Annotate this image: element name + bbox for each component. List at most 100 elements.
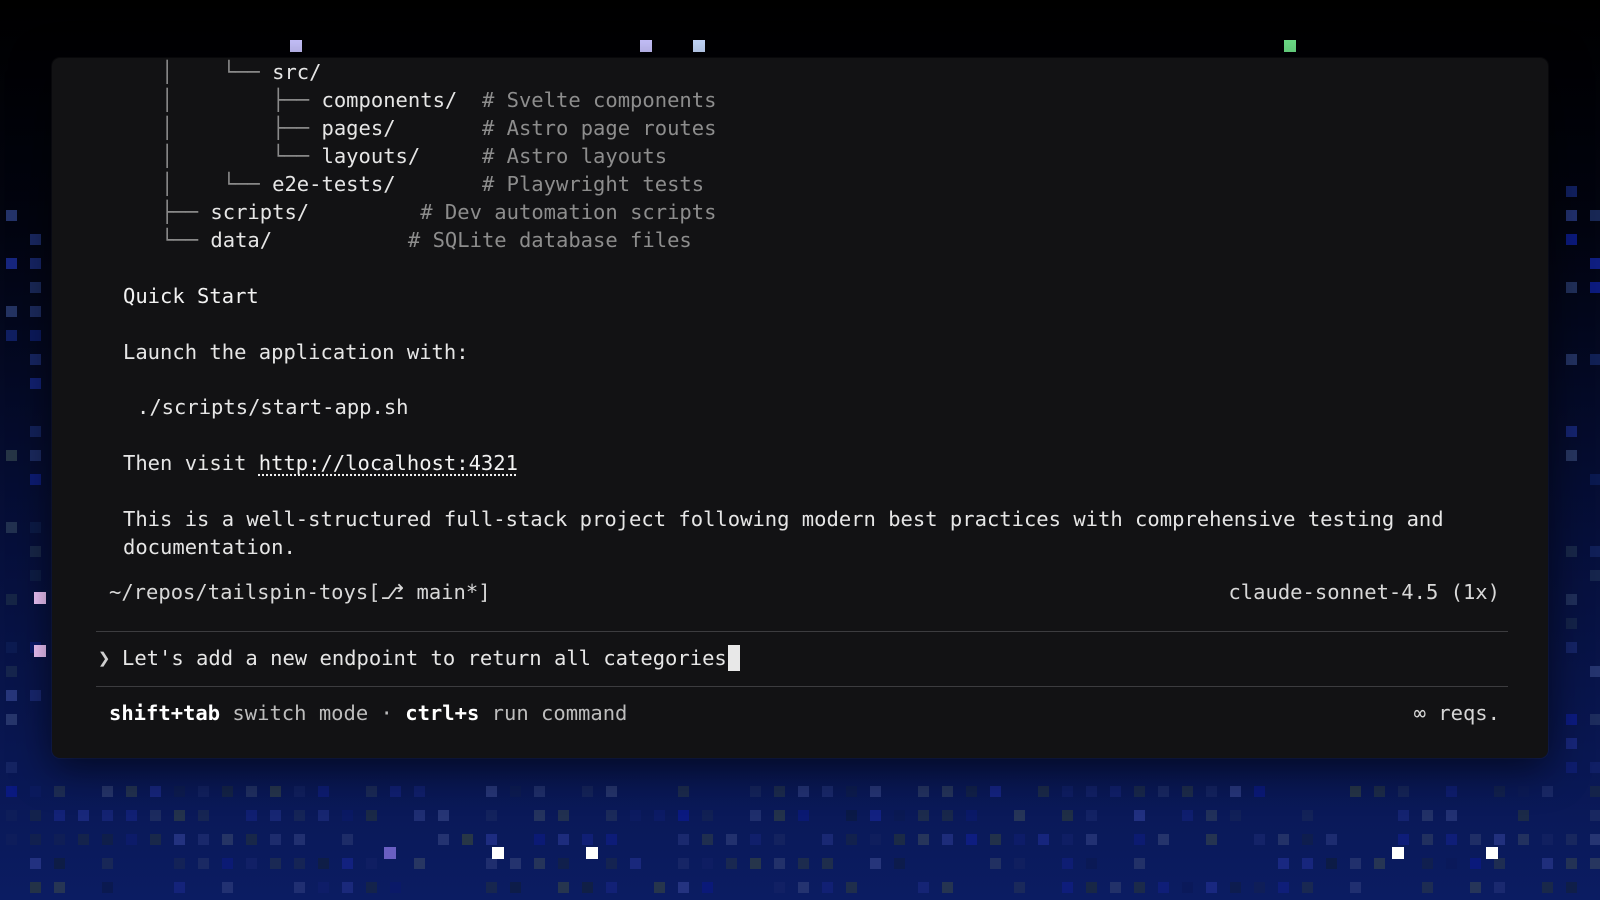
repo-path: ~/repos/tailspin-toys[⎇ main*] (109, 580, 491, 604)
background-pixel (1446, 858, 1457, 869)
background-pixel (534, 834, 545, 845)
tree-entry-name: layouts/ (321, 144, 421, 168)
background-pixel (318, 882, 329, 893)
background-pixel (30, 354, 41, 365)
background-pixel (294, 786, 305, 797)
background-pixel (1422, 810, 1433, 821)
background-pixel (1014, 834, 1025, 845)
hint-key-shift-tab: shift+tab (109, 701, 221, 725)
background-pixel (1470, 858, 1481, 869)
background-pixel (1446, 834, 1457, 845)
background-pixel (654, 810, 665, 821)
background-pixel (270, 834, 281, 845)
background-pixel (1566, 594, 1577, 605)
background-pixel (6, 690, 17, 701)
background-pixel (1134, 858, 1145, 869)
background-pixel (1518, 810, 1529, 821)
background-pixel (822, 882, 833, 893)
background-pixel (1398, 786, 1409, 797)
background-pixel (606, 858, 617, 869)
background-pixel (1206, 882, 1217, 893)
background-pixel (1134, 882, 1145, 893)
background-pixel (1326, 858, 1337, 869)
background-pixel (1062, 834, 1073, 845)
background-pixel (30, 786, 41, 797)
background-pixel (174, 834, 185, 845)
tree-branch: │ ├── (124, 88, 322, 112)
background-pixel (6, 810, 17, 821)
background-pixel (606, 786, 617, 797)
tree-branch: │ └── (124, 172, 273, 196)
background-pixel (1062, 858, 1073, 869)
background-pixel (1590, 810, 1600, 821)
background-pixel (30, 882, 41, 893)
background-pixel (30, 570, 41, 581)
hint-key-ctrl-s: ctrl+s (405, 701, 480, 725)
background-pixel (150, 834, 161, 845)
background-pixel (30, 690, 41, 701)
background-pixel (1302, 858, 1313, 869)
background-pixel (1206, 810, 1217, 821)
background-pixel (102, 858, 113, 869)
background-pixel (342, 858, 353, 869)
visit-line: Then visit http://localhost:4321 (123, 449, 518, 477)
background-pixel (270, 810, 281, 821)
background-pixel (1590, 354, 1600, 365)
background-pixel (246, 810, 257, 821)
background-pixel (702, 834, 713, 845)
background-pixel (1590, 714, 1600, 725)
background-pixel (1254, 786, 1265, 797)
background-pixel (750, 786, 761, 797)
background-pixel (894, 810, 905, 821)
separator-bottom (96, 686, 1508, 687)
summary-line-1: This is a well-structured full-stack pro… (123, 507, 1444, 531)
background-pixel (1566, 450, 1577, 461)
background-pixel (606, 882, 617, 893)
background-pixel (630, 810, 641, 821)
background-pixel (870, 810, 881, 821)
prompt-row[interactable]: ❯ Let's add a new endpoint to return all… (98, 644, 1498, 674)
tree-row: │ ├── pages/ # Astro page routes (124, 114, 716, 142)
background-pixel (1494, 882, 1505, 893)
background-pixel (318, 858, 329, 869)
background-pixel (198, 834, 209, 845)
background-pixel (1158, 882, 1169, 893)
background-pixel (6, 666, 17, 677)
background-pixel (1158, 786, 1169, 797)
background-pixel (942, 786, 953, 797)
background-pixel (54, 810, 65, 821)
background-pixel (6, 714, 17, 725)
tree-entry-name: src/ (272, 60, 322, 84)
background-pixel (822, 834, 833, 845)
background-pixel (342, 834, 353, 845)
background-pixel (246, 786, 257, 797)
prompt-input[interactable]: Let's add a new endpoint to return all c… (122, 644, 740, 672)
background-pixel (558, 810, 569, 821)
background-pixel (1038, 834, 1049, 845)
background-pixel (366, 858, 377, 869)
background-pixel (54, 834, 65, 845)
background-pixel (30, 306, 41, 317)
background-pixel (78, 810, 89, 821)
background-pixel (654, 882, 665, 893)
localhost-link[interactable]: http://localhost:4321 (259, 451, 518, 475)
background-pixel (1590, 834, 1600, 845)
background-pixel (774, 834, 785, 845)
background-pixel (1542, 786, 1553, 797)
background-pixel (534, 810, 545, 821)
background-pixel (1398, 810, 1409, 821)
background-pixel (30, 834, 41, 845)
background-pixel (1350, 786, 1361, 797)
terminal-window[interactable]: │ └── src/ │ ├── components/ # Svelte co… (52, 58, 1548, 758)
background-pixel (1446, 786, 1457, 797)
model-indicator[interactable]: claude-sonnet-4.5 (1x) (1228, 578, 1500, 606)
background-pixel (6, 306, 17, 317)
background-pixel (966, 786, 977, 797)
background-pixel (1254, 834, 1265, 845)
background-pixel (30, 546, 41, 557)
tree-entry-name: data/ (210, 228, 273, 252)
background-pixel (1110, 882, 1121, 893)
background-pixel (774, 858, 785, 869)
background-pixel (678, 834, 689, 845)
background-pixel (870, 858, 881, 869)
